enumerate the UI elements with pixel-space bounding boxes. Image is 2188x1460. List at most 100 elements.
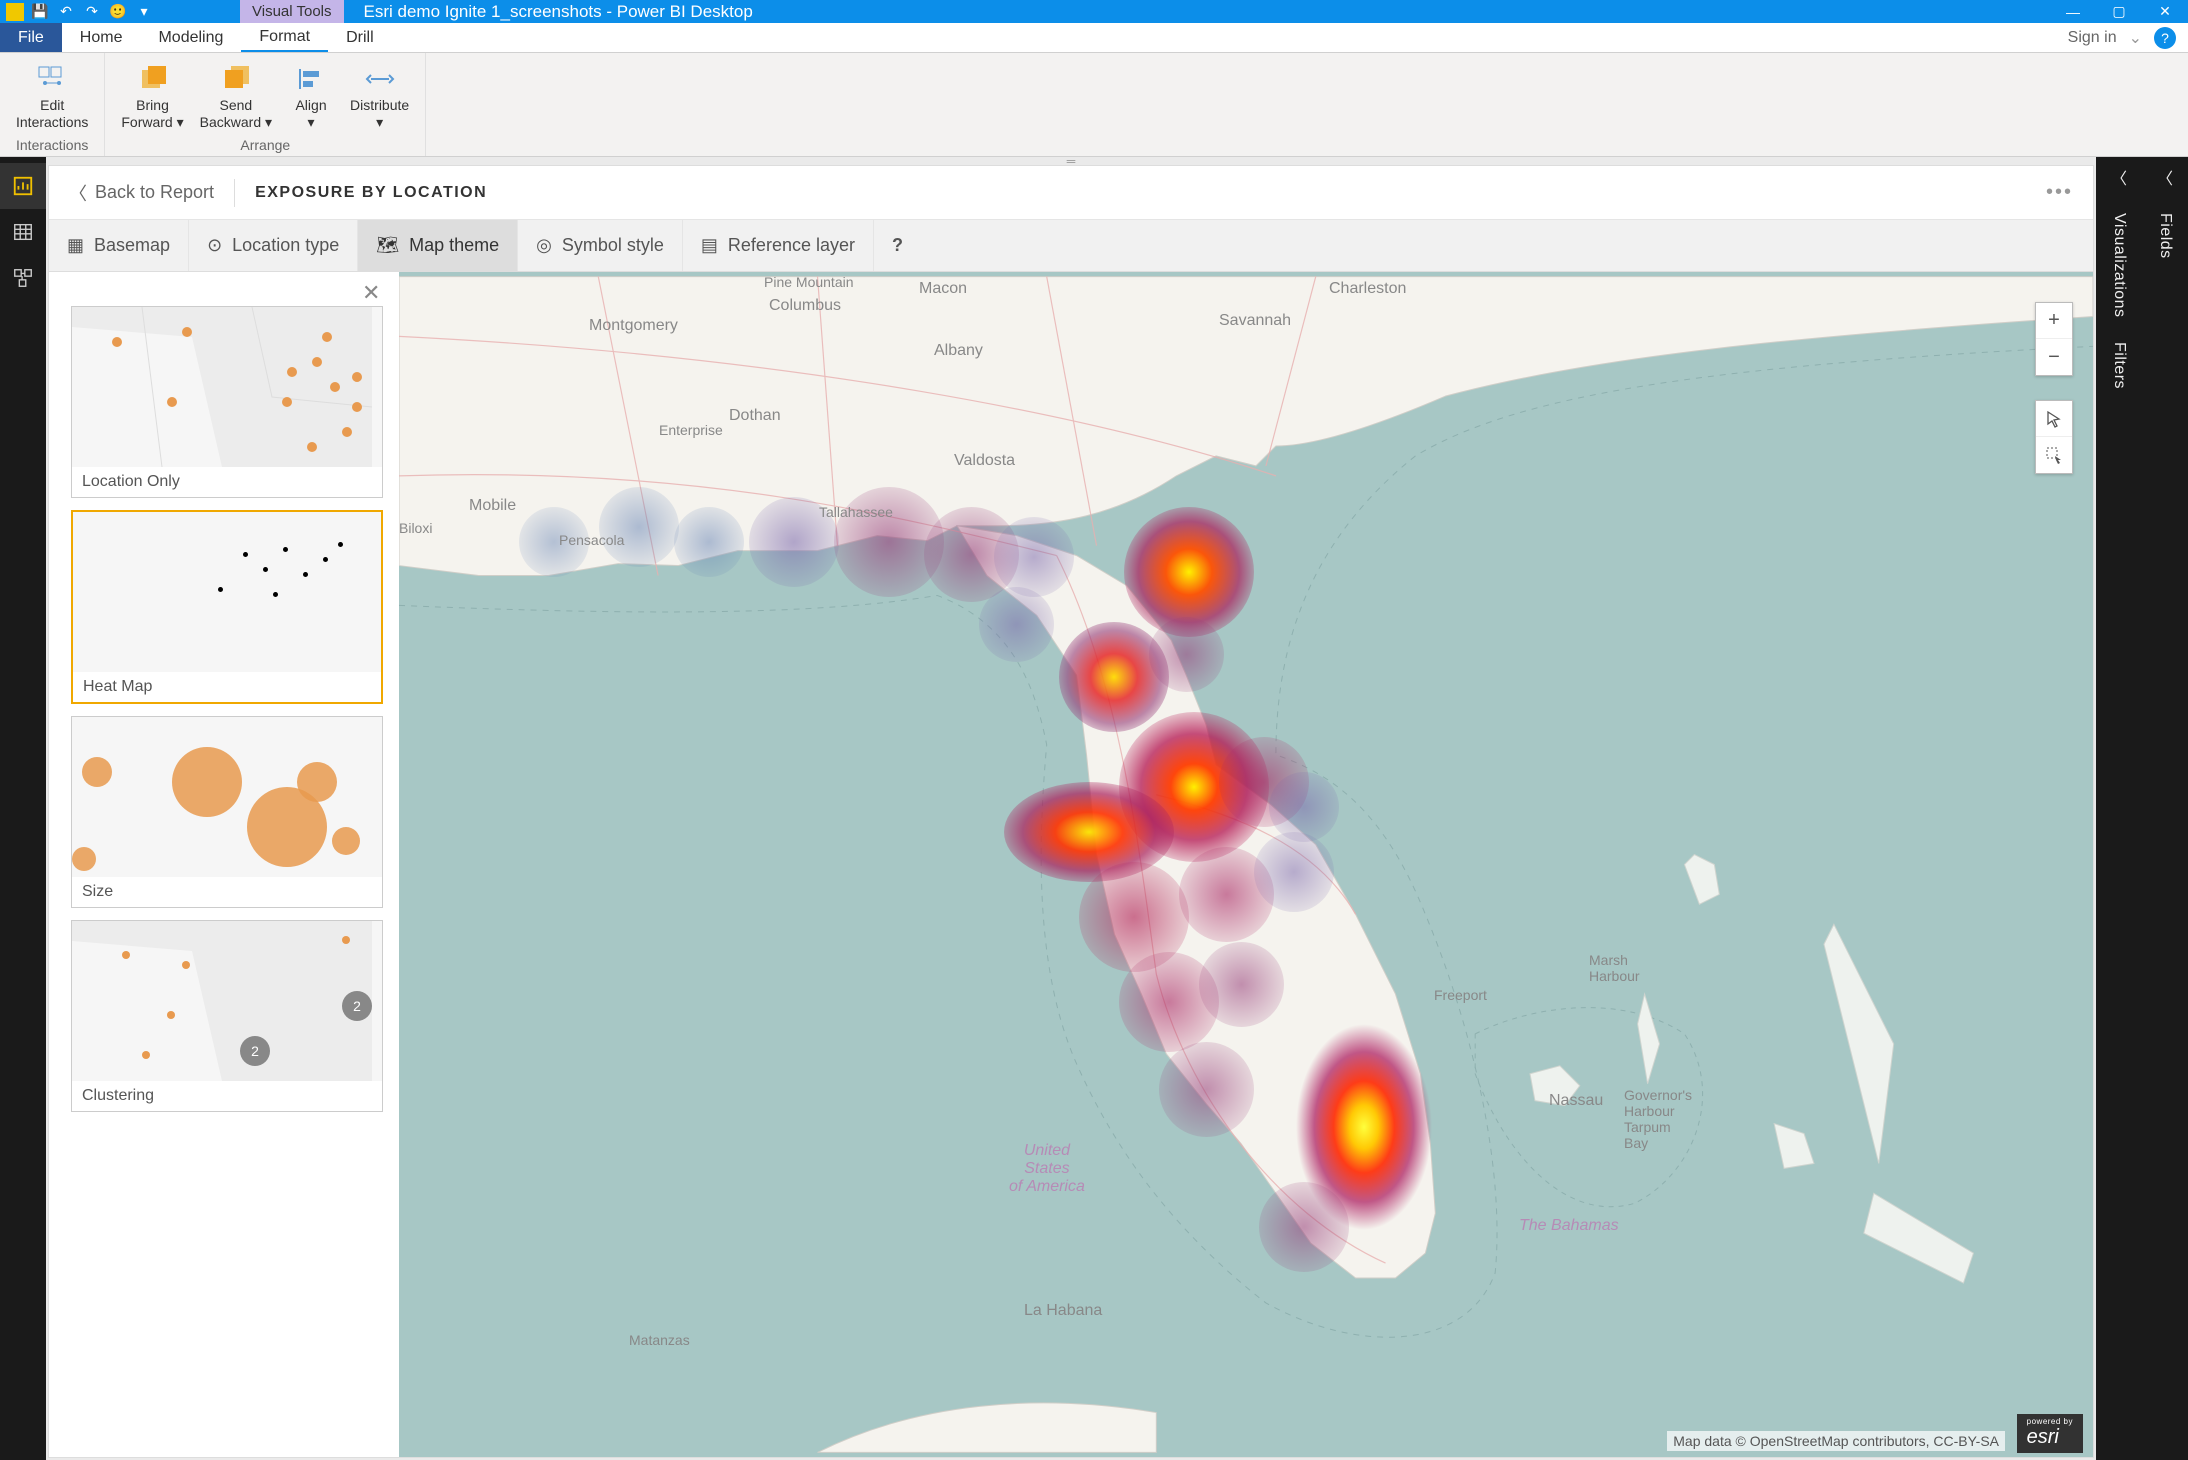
caption: Clustering xyxy=(72,1081,382,1111)
chevron-left-icon: 〈 xyxy=(69,180,87,206)
separator xyxy=(234,179,235,207)
grip-handle[interactable]: ═ xyxy=(46,157,2096,165)
selection-controls xyxy=(2035,400,2073,474)
report-view-button[interactable] xyxy=(0,163,46,209)
model-view-button[interactable] xyxy=(0,255,46,301)
theme-heat-map[interactable]: Heat Map xyxy=(71,510,383,704)
visualizations-panel-tab[interactable]: Visualizations xyxy=(2110,213,2128,318)
workspace: ═ 〈 Back to Report EXPOSURE BY LOCATION … xyxy=(0,157,2188,1460)
distribute-button[interactable]: Distribute▾ xyxy=(342,57,417,137)
layers-icon: ▤ xyxy=(701,235,718,256)
theme-panel: Location Only Heat Map xyxy=(71,306,383,1112)
group-label: Arrange xyxy=(113,137,417,156)
left-nav-rail xyxy=(0,157,46,1460)
map-config-toolbar: ▦Basemap ⊙Location type 🗺Map theme ◎Symb… xyxy=(49,220,2093,272)
location-type-tab[interactable]: ⊙Location type xyxy=(189,220,358,271)
titlebar: 💾 ↶ ↷ 🙂 ▾ Visual Tools Esri demo Ignite … xyxy=(0,0,2188,23)
caption: Location Only xyxy=(72,467,382,497)
map-theme-tab[interactable]: 🗺Map theme xyxy=(358,220,518,271)
send-backward-icon xyxy=(219,61,253,97)
expand-fields-icon[interactable]: 〈 xyxy=(2157,165,2173,189)
style-icon: ◎ xyxy=(536,235,552,256)
zoom-out-button[interactable]: − xyxy=(2036,339,2072,375)
edit-interactions-button[interactable]: Edit Interactions xyxy=(8,57,96,137)
filters-panel-tab[interactable]: Filters xyxy=(2110,342,2128,389)
maximize-button[interactable]: ▢ xyxy=(2096,0,2142,23)
page-title: EXPOSURE BY LOCATION xyxy=(255,184,487,202)
label: Edit Interactions xyxy=(16,97,88,131)
theme-size[interactable]: Size xyxy=(71,716,383,908)
caption: Size xyxy=(72,877,382,907)
basemap-tab[interactable]: ▦Basemap xyxy=(49,220,189,271)
ribbon-tabs: File Home Modeling Format Drill Sign in … xyxy=(0,23,2188,53)
send-backward-button[interactable]: Send Backward ▾ xyxy=(192,57,280,137)
report-canvas: 〈 Back to Report EXPOSURE BY LOCATION ••… xyxy=(48,165,2094,1458)
preview xyxy=(72,717,382,877)
visual-header: 〈 Back to Report EXPOSURE BY LOCATION ••… xyxy=(49,166,2093,220)
tab-home[interactable]: Home xyxy=(62,23,141,52)
zoom-in-button[interactable]: + xyxy=(2036,303,2072,339)
theme-location-only[interactable]: Location Only xyxy=(71,306,383,498)
grid-icon: ▦ xyxy=(67,235,84,256)
preview xyxy=(72,307,382,467)
fields-panel-rail: 〈 Fields xyxy=(2142,157,2188,1460)
tab-file[interactable]: File xyxy=(0,23,62,52)
label: Align▾ xyxy=(295,97,326,131)
expand-panels-icon[interactable]: 〈 xyxy=(2111,165,2127,189)
ribbon-group-interactions: Edit Interactions Interactions xyxy=(0,53,105,156)
window-title: Esri demo Ignite 1_screenshots - Power B… xyxy=(364,2,2051,22)
align-icon xyxy=(296,61,326,97)
qat-dropdown-icon[interactable]: ▾ xyxy=(134,2,154,22)
smiley-icon[interactable]: 🙂 xyxy=(108,2,128,22)
bring-forward-button[interactable]: Bring Forward ▾ xyxy=(113,57,191,137)
canvas-wrap: ═ 〈 Back to Report EXPOSURE BY LOCATION … xyxy=(46,157,2096,1460)
fields-panel-tab[interactable]: Fields xyxy=(2156,213,2174,259)
pin-icon: ⊙ xyxy=(207,235,222,256)
more-options-icon[interactable]: ••• xyxy=(2046,181,2073,204)
minimize-button[interactable]: — xyxy=(2050,0,2096,23)
redo-icon[interactable]: ↷ xyxy=(82,2,102,22)
ribbon-group-arrange: Bring Forward ▾ Send Backward ▾ Align▾ D… xyxy=(105,53,426,156)
distribute-icon xyxy=(365,61,395,97)
help-icon[interactable]: ? xyxy=(2154,27,2176,49)
quick-access-toolbar: 💾 ↶ ↷ 🙂 ▾ xyxy=(0,2,160,22)
contextual-tab-label: Visual Tools xyxy=(240,0,344,23)
right-panels: 〈 Visualizations Filters xyxy=(2096,157,2142,1460)
help-tab[interactable]: ? xyxy=(874,220,921,271)
map-canvas[interactable]: Montgomery Columbus Macon Albany Pine Mo… xyxy=(399,272,2093,1457)
window-controls: — ▢ ✕ xyxy=(2050,0,2188,23)
back-to-report-link[interactable]: 〈 Back to Report xyxy=(69,180,214,206)
map-controls: + − xyxy=(2035,302,2073,474)
caption: Heat Map xyxy=(73,672,381,702)
tab-modeling[interactable]: Modeling xyxy=(140,23,241,52)
bring-forward-icon xyxy=(136,61,170,97)
tab-drill[interactable]: Drill xyxy=(328,23,392,52)
save-icon[interactable]: 💾 xyxy=(30,2,50,22)
reference-layer-tab[interactable]: ▤Reference layer xyxy=(683,220,874,271)
close-button[interactable]: ✕ xyxy=(2142,0,2188,23)
data-view-button[interactable] xyxy=(0,209,46,255)
close-panel-icon[interactable]: ✕ xyxy=(362,280,380,306)
signin-link[interactable]: Sign in xyxy=(2068,29,2117,47)
preview: 2 2 xyxy=(72,921,382,1081)
chevron-down-icon[interactable]: ⌄ xyxy=(2129,28,2142,48)
label: Send Backward ▾ xyxy=(200,97,272,131)
app-icon xyxy=(6,3,24,21)
symbol-style-tab[interactable]: ◎Symbol style xyxy=(518,220,683,271)
zoom-controls: + − xyxy=(2035,302,2073,376)
group-label: Interactions xyxy=(8,137,96,156)
map-attribution: Map data © OpenStreetMap contributors, C… xyxy=(1667,1431,2005,1451)
signin-area: Sign in ⌄ ? xyxy=(2068,23,2188,52)
label: Bring Forward ▾ xyxy=(121,97,183,131)
theme-clustering[interactable]: 2 2 Clustering xyxy=(71,920,383,1112)
tab-format[interactable]: Format xyxy=(241,23,328,52)
edit-interactions-icon xyxy=(37,61,67,97)
esri-logo: powered by esri xyxy=(2017,1414,2083,1453)
ribbon: Edit Interactions Interactions Bring For… xyxy=(0,53,2188,157)
box-select-button[interactable] xyxy=(2036,437,2072,473)
undo-icon[interactable]: ↶ xyxy=(56,2,76,22)
select-tool-button[interactable] xyxy=(2036,401,2072,437)
preview xyxy=(73,512,381,672)
align-button[interactable]: Align▾ xyxy=(280,57,342,137)
label: Distribute▾ xyxy=(350,97,409,131)
